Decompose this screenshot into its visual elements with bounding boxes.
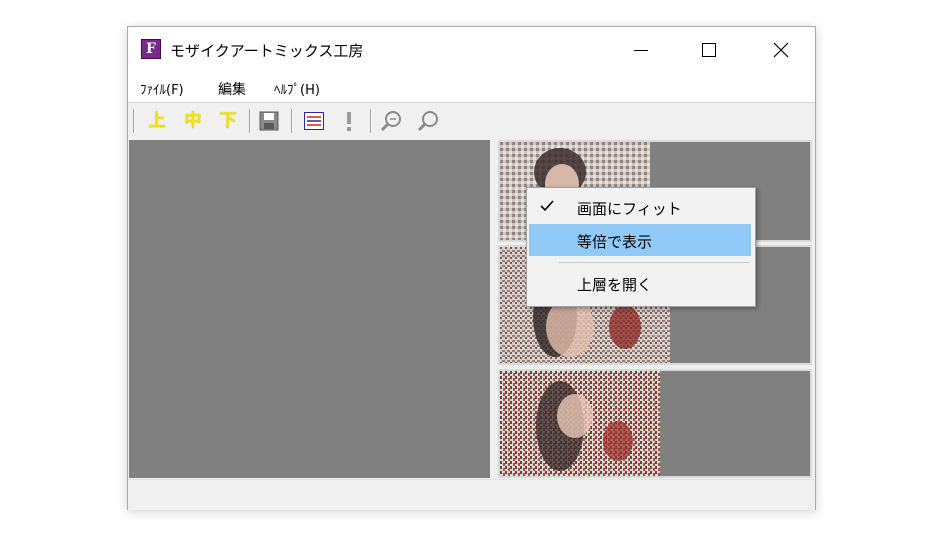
context-item-label: 上層を開く (577, 276, 653, 294)
middle-layer-button[interactable]: 中 (181, 109, 205, 133)
minimize-icon (634, 50, 648, 51)
save-button[interactable] (257, 109, 281, 133)
minimize-button[interactable] (618, 27, 664, 72)
toolbar-separator (370, 109, 372, 133)
context-menu-separator (559, 262, 749, 263)
toolbar-separator (133, 109, 135, 133)
maximize-button[interactable] (686, 27, 732, 72)
list-button[interactable] (302, 109, 326, 133)
list-icon (304, 112, 324, 130)
context-menu: 画面にフィット 等倍で表示 上層を開く (526, 187, 756, 307)
context-item-open-upper-layer[interactable]: 上層を開く (529, 267, 751, 299)
context-item-fit-to-screen[interactable]: 画面にフィット (529, 191, 751, 223)
alert-button[interactable] (337, 109, 361, 133)
main-canvas-pane[interactable] (129, 140, 490, 478)
context-item-actual-size[interactable]: 等倍で表示 (529, 224, 751, 256)
menu-bar: ﾌｧｲﾙ(F) 編集 ﾍﾙﾌﾟ(H) (128, 72, 815, 103)
zoom-icon (417, 111, 438, 132)
status-bar (128, 479, 815, 510)
close-button[interactable] (758, 27, 804, 72)
lower-layer-thumbnail[interactable] (498, 369, 812, 478)
zoom-fit-button[interactable] (379, 109, 403, 133)
mosaic-image-lower (500, 371, 660, 476)
upper-layer-button[interactable]: 上 (145, 109, 169, 133)
toolbar-separator (291, 109, 293, 133)
toolbar-separator (249, 109, 251, 133)
zoom-button[interactable] (416, 109, 440, 133)
maximize-icon (702, 43, 716, 57)
toolbar: 上 中 下 (128, 103, 815, 138)
exclamation-icon (347, 112, 351, 131)
lower-layer-button[interactable]: 下 (216, 109, 240, 133)
menu-help[interactable]: ﾍﾙﾌﾟ(H) (274, 79, 320, 98)
save-icon (259, 111, 279, 131)
title-bar[interactable]: F モザイクアートミックス工房 (128, 27, 815, 72)
context-item-label: 等倍で表示 (577, 233, 653, 251)
menu-edit[interactable]: 編集 (218, 79, 246, 99)
zoom-fit-icon (380, 111, 401, 132)
app-icon: F (141, 39, 161, 59)
pane-splitter[interactable] (490, 140, 498, 478)
close-icon (773, 42, 789, 58)
context-item-label: 画面にフィット (577, 200, 682, 218)
menu-file[interactable]: ﾌｧｲﾙ(F) (140, 79, 184, 98)
checkmark-icon (540, 200, 554, 212)
window-title: モザイクアートミックス工房 (170, 42, 364, 60)
